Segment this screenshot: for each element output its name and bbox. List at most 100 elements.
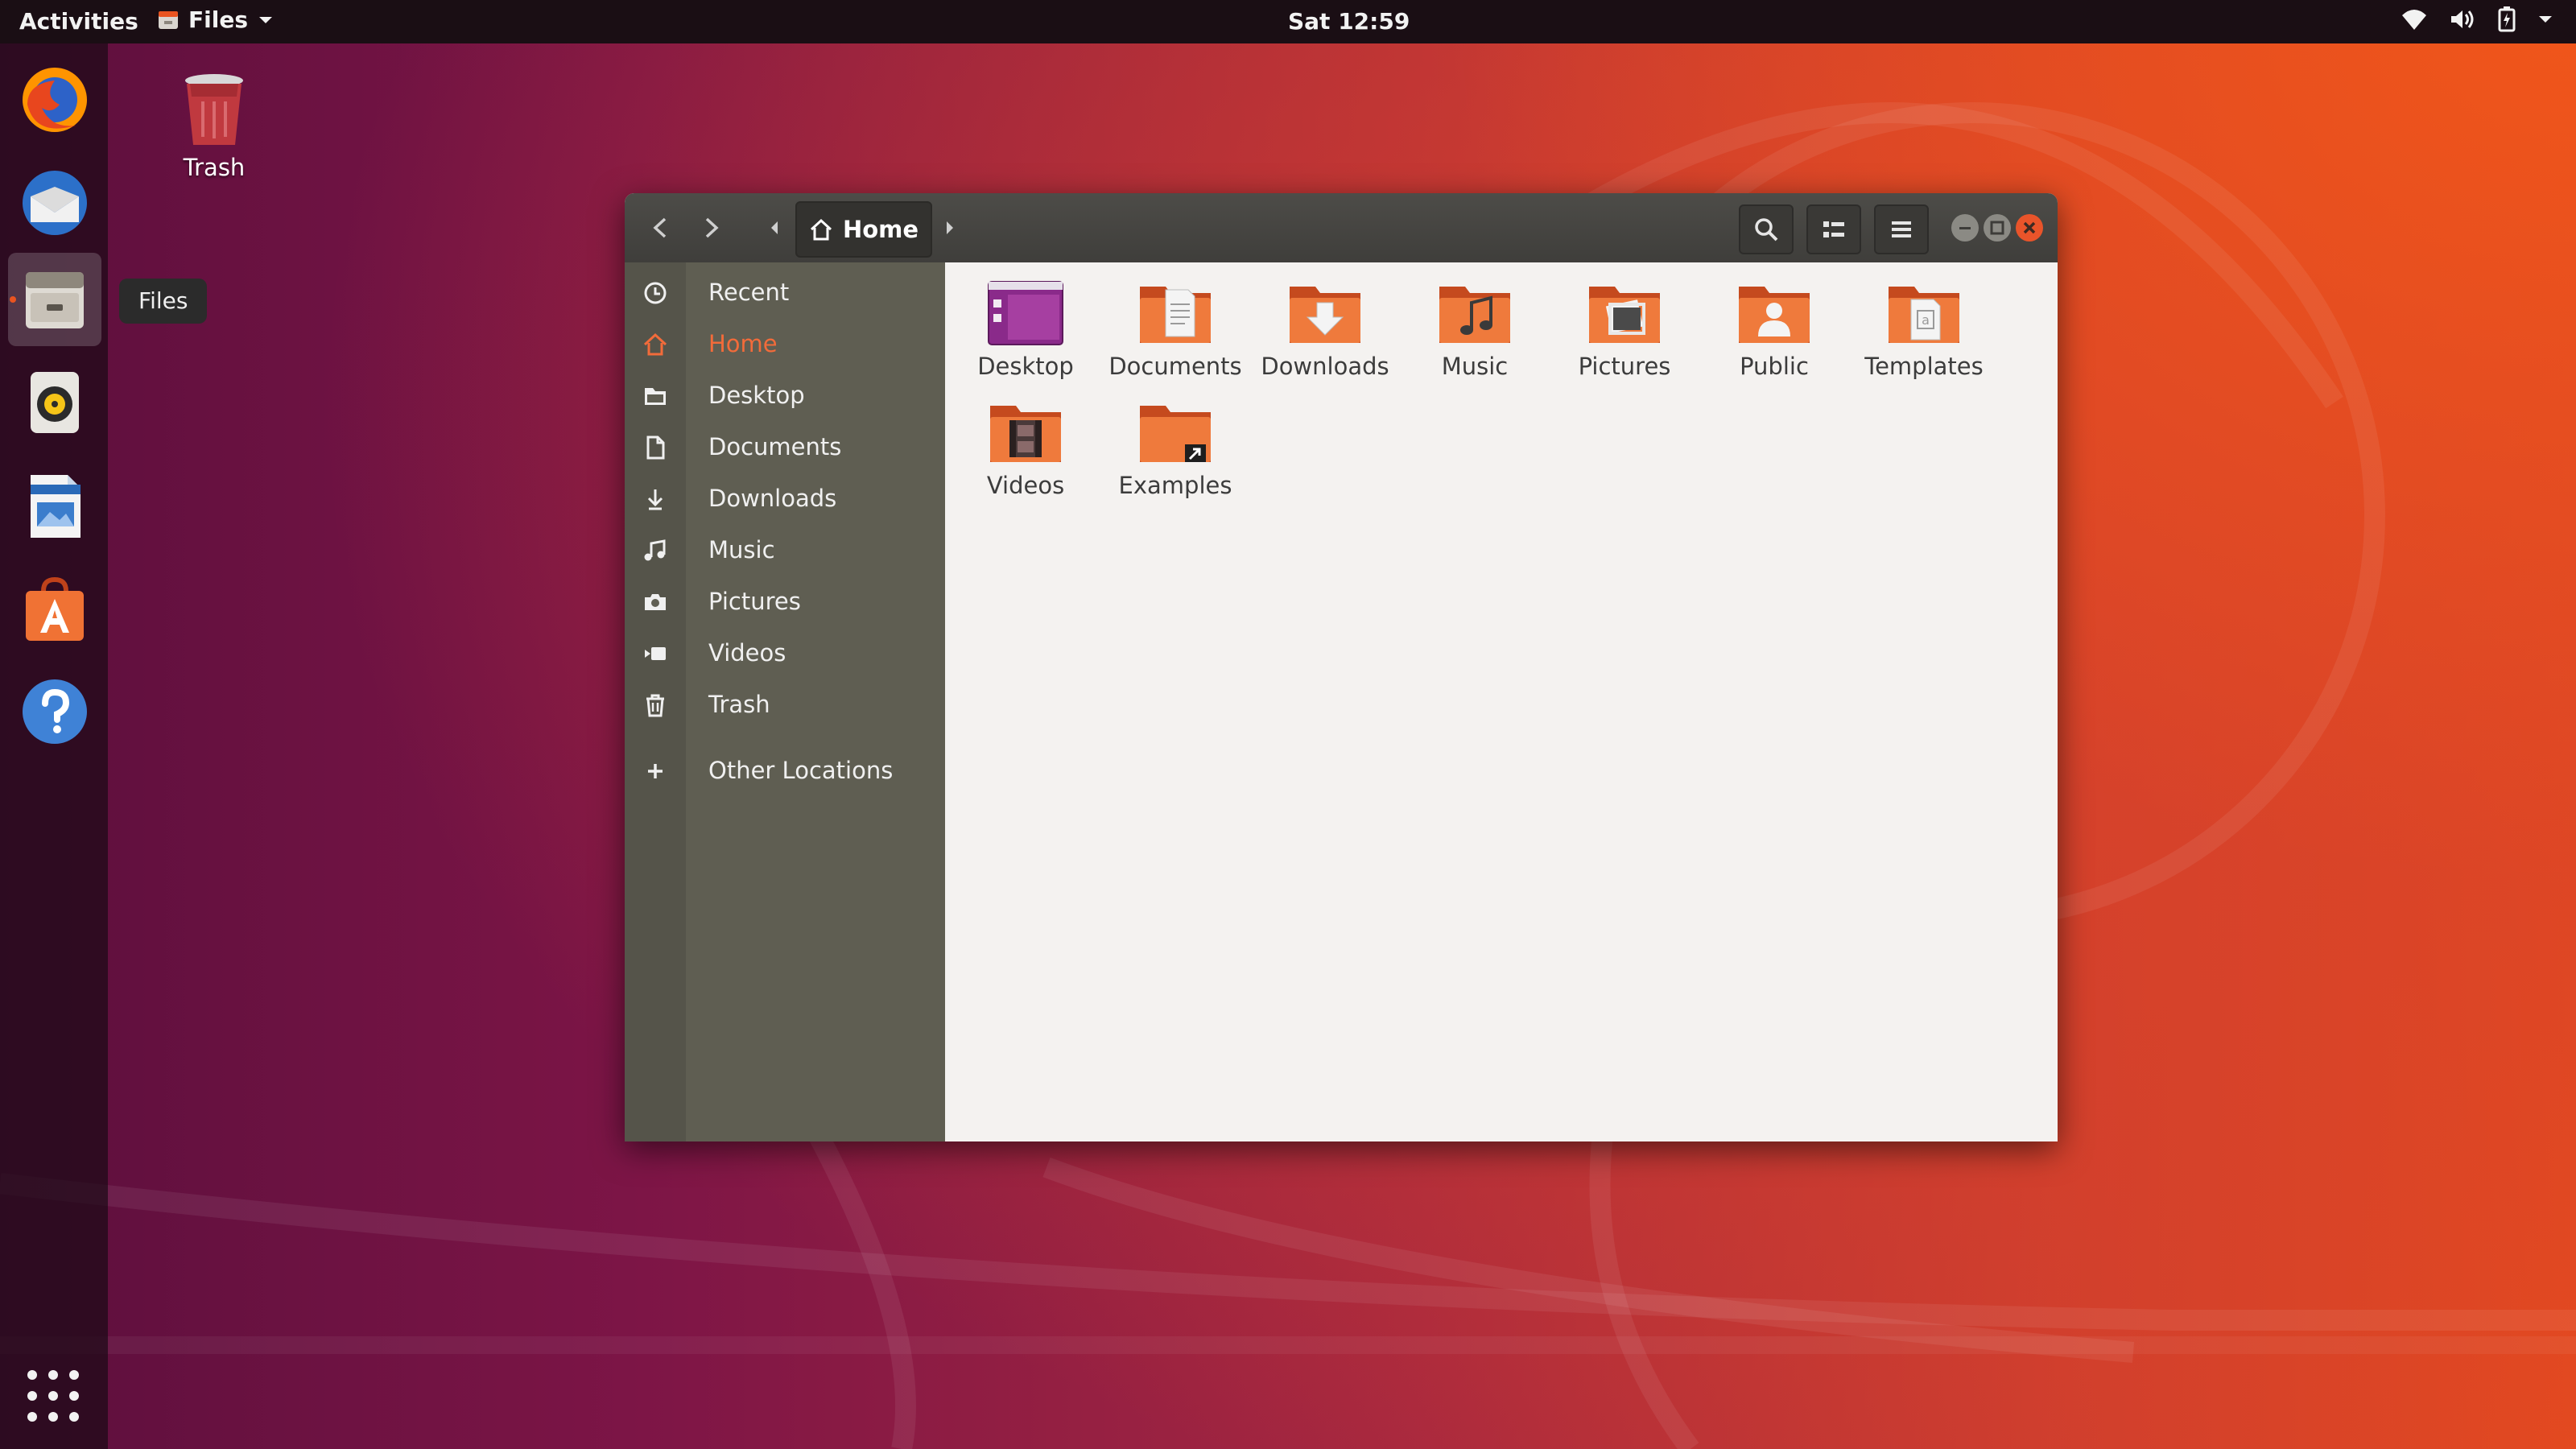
desktop-trash[interactable]: Trash: [166, 72, 262, 181]
file-item-label: Examples: [1118, 472, 1232, 499]
trash-icon: [646, 694, 664, 717]
folder-icon: [645, 388, 666, 405]
activities-button[interactable]: Activities: [19, 8, 138, 35]
sidebar-item-pictures[interactable]: Pictures: [625, 578, 945, 626]
music-icon: [644, 539, 666, 561]
file-item-desktop[interactable]: Desktop: [953, 279, 1098, 380]
dock-firefox[interactable]: [8, 53, 101, 147]
hamburger-icon: [1892, 221, 1911, 237]
sidebar-item-label: Downloads: [708, 485, 837, 512]
sidebar-item-label: Pictures: [708, 588, 801, 615]
file-view: Desktop Documents Downloads Music Pictur…: [945, 262, 2058, 1141]
system-status-menu[interactable]: [2401, 6, 2553, 32]
downloads-folder-icon: [1290, 287, 1360, 343]
chevron-down-icon: [2539, 16, 2552, 23]
firefox-icon: [23, 68, 87, 132]
app-grid-icon[interactable]: [26, 1368, 80, 1423]
svg-text:a: a: [1922, 312, 1930, 328]
forward-button[interactable]: [687, 204, 736, 251]
dock-rhythmbox[interactable]: [8, 356, 101, 449]
public-folder-icon: [1739, 287, 1810, 343]
plus-icon: [648, 764, 663, 778]
path-scroll-right[interactable]: [934, 204, 966, 251]
camera-icon: [645, 594, 666, 610]
sidebar-item-music[interactable]: Music: [625, 526, 945, 575]
path-scroll-left[interactable]: [758, 204, 791, 251]
rhythmbox-icon: [31, 372, 79, 433]
home-icon: [810, 218, 832, 241]
home-icon: [643, 332, 667, 356]
file-item-videos[interactable]: Videos: [953, 398, 1098, 499]
dock-thunderbird[interactable]: [8, 156, 101, 250]
software-icon: [26, 576, 84, 641]
dock-help[interactable]: [8, 665, 101, 758]
chevron-down-icon: [258, 16, 272, 23]
app-menu-label: Files: [188, 6, 248, 33]
files-window: Home Recent Home Desktop Documents Downl…: [625, 193, 2058, 1141]
battery-icon: [2498, 6, 2516, 32]
file-item-downloads[interactable]: Downloads: [1253, 279, 1397, 380]
sidebar-item-downloads[interactable]: Downloads: [625, 475, 945, 523]
back-button[interactable]: [636, 204, 684, 251]
videos-folder-icon: [990, 406, 1061, 462]
menu-button[interactable]: [1874, 204, 1929, 254]
file-item-examples[interactable]: Examples: [1103, 398, 1248, 499]
file-item-music[interactable]: Music: [1402, 279, 1547, 380]
dock-software[interactable]: [8, 562, 101, 655]
desktop-trash-label: Trash: [183, 154, 246, 181]
download-icon: [647, 489, 663, 510]
volume-icon: [2451, 10, 2474, 28]
writer-icon: [31, 475, 80, 538]
files-app-icon: [159, 10, 178, 29]
dock-files[interactable]: [8, 253, 101, 346]
documents-folder-icon: [1140, 287, 1211, 343]
triangle-left-icon: [771, 221, 778, 234]
sidebar-item-recent[interactable]: Recent: [625, 269, 945, 317]
sidebar-item-label: Music: [708, 536, 775, 564]
search-icon: [1755, 218, 1778, 242]
file-item-pictures[interactable]: Pictures: [1552, 279, 1697, 380]
sidebar-item-label: Trash: [708, 691, 770, 718]
file-item-label: Documents: [1108, 353, 1242, 380]
sidebar-item-documents[interactable]: Documents: [625, 423, 945, 472]
sidebar-item-home[interactable]: Home: [625, 320, 945, 369]
search-button[interactable]: [1739, 204, 1794, 254]
list-view-icon: [1823, 221, 1844, 237]
file-item-templates[interactable]: a Templates: [1852, 279, 1996, 380]
sidebar-item-desktop[interactable]: Desktop: [625, 372, 945, 420]
help-icon: [23, 679, 87, 744]
maximize-button[interactable]: [1984, 214, 2011, 242]
dock: [0, 43, 108, 1449]
dock-tooltip: Files: [119, 279, 208, 324]
sidebar-item-trash[interactable]: Trash: [625, 681, 945, 729]
path-home-label: Home: [842, 216, 919, 243]
view-toggle-button[interactable]: [1806, 204, 1861, 254]
minimize-icon: [1959, 227, 1971, 229]
sidebar-item-label: Documents: [708, 433, 842, 460]
app-menu[interactable]: Files: [158, 6, 274, 33]
dock-writer[interactable]: [8, 459, 101, 552]
file-item-documents[interactable]: Documents: [1103, 279, 1248, 380]
sidebar-item-other-locations[interactable]: Other Locations: [625, 747, 945, 795]
examples-link-folder-icon: [1140, 406, 1211, 462]
sidebar-item-label: Home: [708, 330, 778, 357]
sidebar: Recent Home Desktop Documents Downloads …: [625, 262, 945, 1141]
sidebar-item-videos[interactable]: Videos: [625, 630, 945, 678]
path-bar-home[interactable]: Home: [795, 201, 932, 258]
files-icon: [26, 272, 84, 328]
file-item-public[interactable]: Public: [1702, 279, 1847, 380]
pictures-folder-icon: [1589, 287, 1660, 343]
document-icon: [646, 436, 665, 460]
running-indicator: [10, 296, 16, 303]
close-button[interactable]: [2016, 214, 2043, 242]
chevron-left-icon: [653, 217, 667, 238]
maximize-icon: [1990, 221, 2004, 235]
triangle-right-icon: [947, 221, 953, 234]
file-item-label: Music: [1441, 353, 1509, 380]
file-item-label: Desktop: [977, 353, 1074, 380]
minimize-button[interactable]: [1951, 214, 1979, 242]
clock[interactable]: Sat 12:59: [1288, 8, 1410, 35]
music-folder-icon: [1439, 287, 1510, 343]
close-icon: [2023, 221, 2036, 234]
thunderbird-icon: [23, 171, 87, 235]
